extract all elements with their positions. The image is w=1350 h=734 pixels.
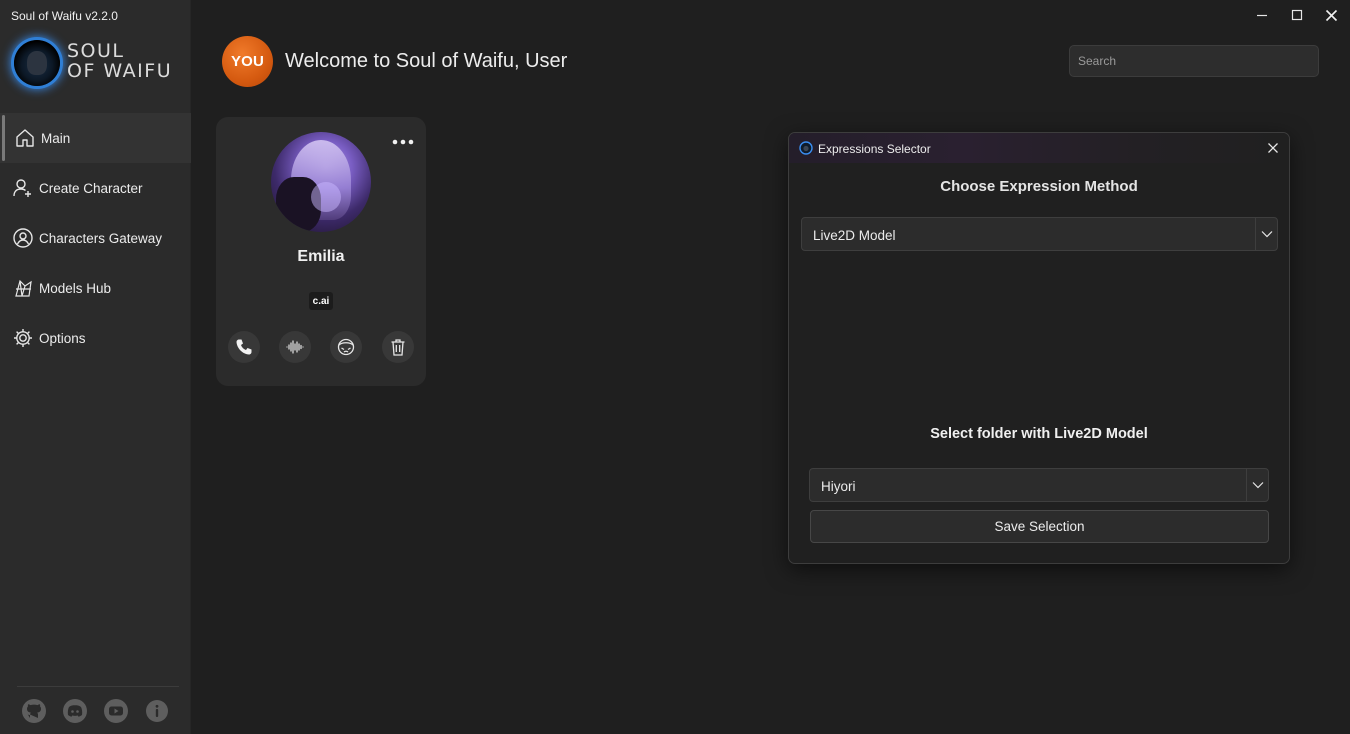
gear-icon	[12, 327, 34, 349]
sidebar-item-label: Options	[39, 330, 86, 346]
voice-waveform-icon	[286, 340, 304, 354]
sidebar-item-label: Create Character	[39, 180, 143, 196]
sidebar-item-create-character[interactable]: Create Character	[0, 163, 191, 213]
live2d-folder-select[interactable]: Hiyori	[809, 468, 1269, 502]
app-window: SOUL OF WAIFU Main Create Character Char…	[0, 0, 1350, 734]
sidebar-divider	[17, 686, 179, 687]
character-avatar	[271, 132, 371, 232]
youtube-icon[interactable]	[103, 698, 129, 724]
info-icon[interactable]	[144, 698, 170, 724]
sidebar-item-models-hub[interactable]: Models Hub	[0, 263, 191, 313]
close-icon	[1325, 9, 1337, 21]
sidebar-item-main[interactable]: Main	[0, 113, 191, 163]
app-logo: SOUL OF WAIFU	[14, 38, 184, 88]
close-icon	[1268, 143, 1278, 153]
minimize-button[interactable]	[1249, 4, 1275, 26]
github-icon[interactable]	[21, 698, 47, 724]
more-options-button[interactable]	[390, 133, 416, 151]
app-logo-icon	[799, 141, 813, 155]
minimize-icon	[1257, 14, 1267, 17]
sidebar-item-label: Characters Gateway	[39, 230, 163, 246]
delete-button[interactable]	[382, 331, 414, 363]
title-bar: Soul of Waifu v2.2.0	[0, 0, 1350, 30]
chevron-down-icon	[1255, 218, 1277, 250]
character-card[interactable]: Emilia c.ai	[216, 117, 426, 386]
expression-icon	[337, 338, 355, 356]
dialog-close-button[interactable]	[1263, 139, 1283, 157]
voice-button[interactable]	[279, 331, 311, 363]
logo-text: SOUL OF WAIFU	[67, 41, 172, 81]
user-avatar[interactable]: YOU	[222, 36, 273, 87]
models-hub-icon	[12, 277, 34, 299]
logo-text-line1: SOUL	[67, 40, 125, 62]
phone-icon	[236, 339, 252, 355]
sidebar-nav: Main Create Character Characters Gateway…	[0, 113, 191, 363]
dialog-title: Expressions Selector	[818, 142, 931, 156]
sidebar: SOUL OF WAIFU Main Create Character Char…	[0, 0, 191, 734]
search-input[interactable]	[1069, 45, 1319, 77]
expression-method-select[interactable]: Live2D Model	[801, 217, 1278, 251]
home-icon	[14, 127, 36, 149]
sidebar-item-characters-gateway[interactable]: Characters Gateway	[0, 213, 191, 263]
sidebar-item-label: Models Hub	[39, 280, 112, 296]
logo-emblem	[14, 40, 60, 86]
chevron-down-icon	[1246, 469, 1268, 501]
logo-text-line2: OF WAIFU	[67, 60, 173, 82]
more-dots-icon	[392, 139, 414, 145]
maximize-icon	[1291, 9, 1303, 21]
expressions-selector-dialog: Expressions Selector Choose Expression M…	[788, 132, 1290, 564]
user-plus-icon	[12, 177, 34, 199]
live2d-folder-value: Hiyori	[821, 479, 856, 494]
sidebar-item-options[interactable]: Options	[0, 313, 191, 363]
source-badge: c.ai	[309, 292, 333, 310]
window-title: Soul of Waifu v2.2.0	[11, 9, 118, 23]
characters-gateway-icon	[12, 227, 34, 249]
dialog-heading: Choose Expression Method	[940, 178, 1138, 195]
close-window-button[interactable]	[1318, 4, 1344, 26]
trash-icon	[391, 339, 405, 356]
dialog-title-bar: Expressions Selector	[789, 133, 1289, 163]
folder-heading: Select folder with Live2D Model	[930, 426, 1148, 442]
discord-icon[interactable]	[62, 698, 88, 724]
call-button[interactable]	[228, 331, 260, 363]
save-selection-button[interactable]: Save Selection	[810, 510, 1269, 543]
character-name: Emilia	[297, 248, 345, 265]
sidebar-item-label: Main	[41, 130, 71, 146]
maximize-button[interactable]	[1284, 4, 1310, 26]
expression-method-value: Live2D Model	[813, 228, 896, 243]
expressions-button[interactable]	[330, 331, 362, 363]
welcome-heading: Welcome to Soul of Waifu, User	[285, 50, 568, 72]
